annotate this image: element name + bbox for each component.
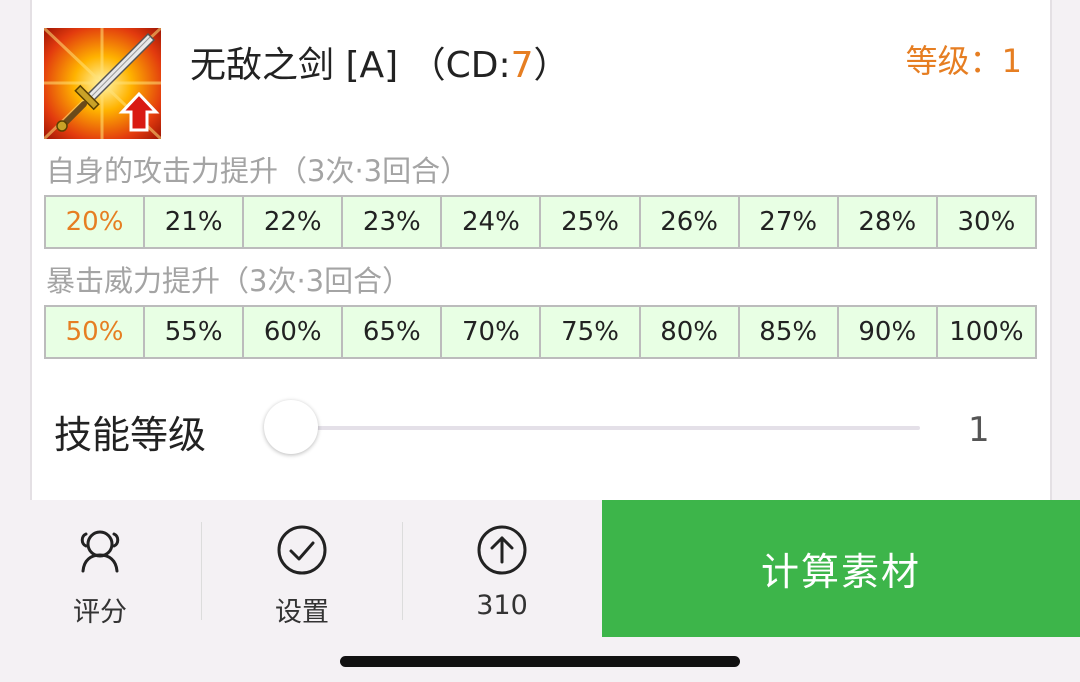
skill-level-label: 技能等级: [54, 413, 207, 457]
crit-damage-up-value-2: 55%: [145, 307, 245, 357]
calculate-materials-button[interactable]: 计算素材: [602, 500, 1080, 637]
crit-damage-up-value-7: 80%: [641, 307, 740, 357]
cd-value: 7: [510, 45, 534, 86]
user-rating-icon: [74, 524, 126, 576]
sword-up-arrow-icon: [42, 26, 163, 141]
attack-up-value-1: 20%: [46, 197, 146, 247]
attack-up-value-6: 25%: [541, 197, 641, 247]
cd-prefix: （CD:: [409, 45, 511, 86]
skill-level-slider-track[interactable]: [290, 426, 920, 430]
settings-button[interactable]: 设置: [202, 500, 402, 637]
crit-damage-up-value-9: 90%: [839, 307, 938, 357]
rating-button[interactable]: 评分: [0, 500, 200, 637]
arrow-up-circle-icon: [476, 524, 528, 576]
crit-damage-up-value-4: 65%: [343, 307, 443, 357]
skill-name: 无敌之剑 [A]: [190, 45, 399, 86]
crit-damage-up-value-3: 60%: [244, 307, 344, 357]
crit-damage-up-table: 50% 55% 60% 65% 70% 75% 80% 85% 90% 100%: [44, 305, 1037, 359]
crit-damage-up-value-8: 85%: [740, 307, 839, 357]
bottom-toolbar: 评分 设置 310 计算素材: [0, 500, 1080, 637]
home-indicator[interactable]: [340, 656, 740, 667]
attack-up-value-5: 24%: [442, 197, 542, 247]
skill-level-value: 1: [968, 410, 990, 450]
crit-damage-up-value-1: 50%: [46, 307, 146, 357]
rating-label: 评分: [73, 597, 127, 628]
upgrade-count-button[interactable]: 310: [402, 500, 602, 637]
attack-up-value-4: 23%: [343, 197, 443, 247]
attack-up-value-8: 27%: [740, 197, 839, 247]
upgrade-count-label: 310: [476, 590, 528, 621]
skill-title: 无敌之剑 [A] （CD:7）: [190, 36, 570, 88]
attack-up-value-2: 21%: [145, 197, 245, 247]
attack-up-value-9: 28%: [839, 197, 938, 247]
crit-damage-up-value-10: 100%: [949, 317, 1024, 347]
attack-up-value-10: 30%: [957, 207, 1016, 237]
crit-damage-up-value-6: 75%: [541, 307, 641, 357]
attack-up-label: 自身的攻击力提升（3次·3回合）: [46, 154, 470, 188]
attack-up-value-3: 22%: [244, 197, 344, 247]
attack-up-table: 20% 21% 22% 23% 24% 25% 26% 27% 28% 30%: [44, 195, 1037, 249]
crit-damage-up-label: 暴击威力提升（3次·3回合）: [46, 264, 412, 298]
settings-label: 设置: [275, 597, 329, 628]
level-label: 等级：1: [905, 42, 1022, 80]
check-circle-icon: [276, 524, 328, 576]
crit-damage-up-value-5: 70%: [442, 307, 542, 357]
cd-suffix: ）: [533, 45, 570, 86]
attack-up-value-7: 26%: [641, 197, 740, 247]
skill-level-slider-thumb[interactable]: [264, 400, 318, 454]
